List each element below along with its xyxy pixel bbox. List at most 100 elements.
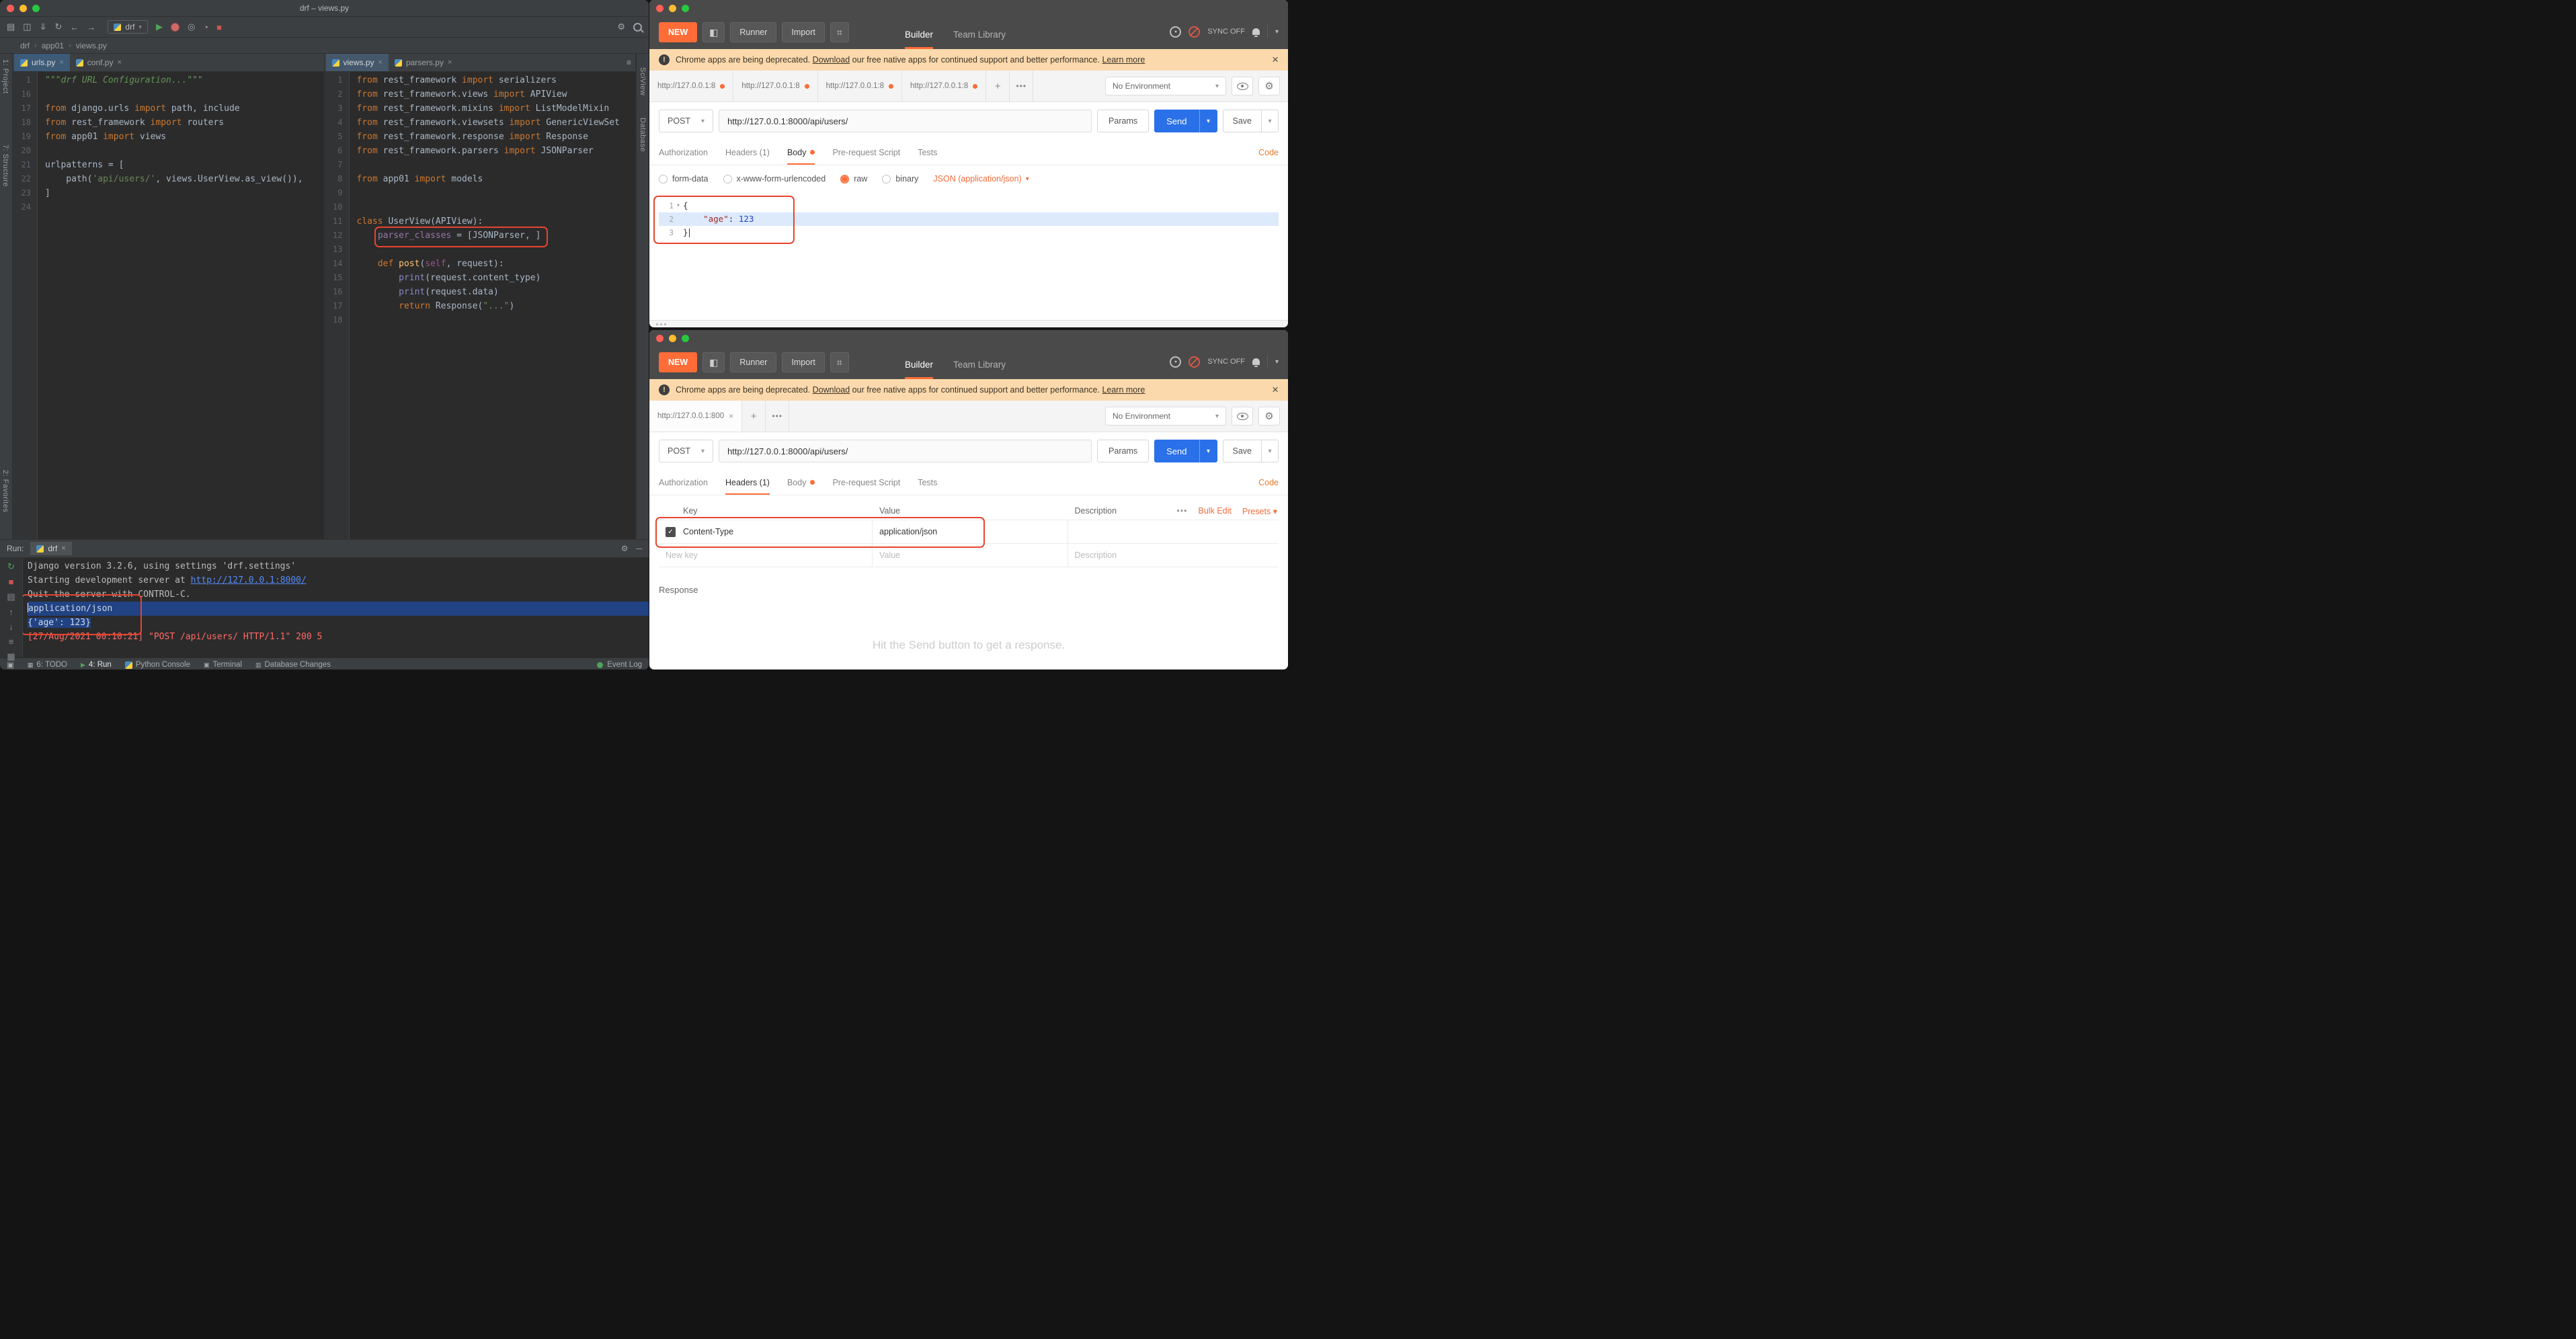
tab-tests[interactable]: Tests: [918, 470, 937, 495]
send-options-icon[interactable]: ▾: [1199, 440, 1217, 462]
sidebar-toggle-icon[interactable]: ◧: [702, 352, 725, 372]
profiler-button[interactable]: ◔: [203, 22, 208, 32]
body-mode-raw[interactable]: raw: [840, 174, 867, 184]
urls-py-editor[interactable]: 1"""drf URL Configuration..."""1617from …: [13, 72, 324, 539]
close-tab-icon[interactable]: ×: [117, 58, 121, 67]
tool-window-structure[interactable]: 7: Structure: [1, 145, 9, 187]
close-banner-icon[interactable]: ×: [1272, 53, 1279, 67]
close-tab-icon[interactable]: ×: [448, 58, 452, 67]
tab-parsers-py[interactable]: parsers.py ×: [389, 54, 458, 71]
params-button[interactable]: Params: [1097, 110, 1149, 132]
new-button[interactable]: NEW: [659, 352, 697, 372]
more-tabs-icon[interactable]: •••: [1010, 71, 1033, 102]
bulk-edit-link[interactable]: Bulk Edit: [1199, 506, 1232, 516]
save-all-icon[interactable]: ⇓: [40, 22, 47, 32]
settings-button[interactable]: ⚙: [1258, 77, 1280, 95]
minimize-button[interactable]: [669, 335, 676, 342]
sync-off-icon[interactable]: [1189, 356, 1200, 368]
save-button[interactable]: Save▾: [1223, 110, 1279, 132]
minimize-button[interactable]: [19, 5, 27, 12]
url-input[interactable]: http://127.0.0.1:8000/api/users/: [719, 110, 1092, 132]
scroll-up-icon[interactable]: ↑: [9, 607, 13, 617]
zoom-button[interactable]: [32, 5, 40, 12]
breadcrumb-drf[interactable]: drf: [20, 41, 30, 50]
breadcrumb-app01[interactable]: app01: [42, 41, 64, 50]
environment-selector[interactable]: No Environment▾: [1105, 77, 1226, 95]
runner-button[interactable]: Runner: [730, 22, 776, 42]
send-options-icon[interactable]: ▾: [1199, 110, 1217, 132]
close-button[interactable]: [7, 5, 14, 12]
zoom-button[interactable]: [682, 335, 689, 342]
server-url-link[interactable]: http://127.0.0.1:8000/: [191, 575, 307, 585]
editor-options-icon[interactable]: ≡: [627, 54, 635, 71]
back-icon[interactable]: ←: [70, 22, 79, 32]
tab-team-library[interactable]: Team Library: [953, 360, 1006, 379]
zoom-button[interactable]: [682, 5, 689, 12]
header-key[interactable]: Content-Type: [683, 527, 733, 536]
interceptor-icon[interactable]: [1170, 356, 1181, 368]
new-description-input[interactable]: Description: [1075, 551, 1117, 560]
tool-window-project[interactable]: 1: Project: [1, 59, 9, 93]
forward-icon[interactable]: →: [87, 22, 95, 32]
chevron-down-icon[interactable]: ▾: [1275, 358, 1279, 366]
toolwindow-switcher-icon[interactable]: ▣: [7, 660, 14, 670]
tab-pre-request-script[interactable]: Pre-request Script: [832, 470, 900, 495]
settings-button[interactable]: ⚙: [1258, 407, 1280, 425]
params-button[interactable]: Params: [1097, 440, 1149, 462]
more-options-icon[interactable]: •••: [1176, 506, 1187, 516]
statusbar-todo[interactable]: ▦6: TODO: [28, 661, 67, 669]
tab-headers-1-[interactable]: Headers (1): [725, 470, 770, 495]
tab-team-library[interactable]: Team Library: [953, 30, 1006, 49]
header-description[interactable]: [1068, 520, 1279, 543]
url-input[interactable]: http://127.0.0.1:8000/api/users/: [719, 440, 1092, 462]
close-button[interactable]: [656, 5, 663, 12]
import-button[interactable]: Import: [782, 22, 824, 42]
scroll-down-icon[interactable]: ↓: [9, 622, 13, 632]
close-tab-icon[interactable]: ×: [61, 544, 65, 553]
tool-window-database[interactable]: Database: [639, 118, 647, 152]
search-icon[interactable]: [633, 23, 642, 32]
tab-builder[interactable]: Builder: [905, 30, 933, 49]
minimize-button[interactable]: [669, 5, 676, 12]
tab-conf-py[interactable]: conf.py ×: [70, 54, 128, 71]
open-icon[interactable]: ◫: [23, 22, 31, 32]
learn-more-link[interactable]: Learn more: [1102, 55, 1145, 65]
body-mode-x-www-form-urlencoded[interactable]: x-www-form-urlencoded: [723, 174, 826, 184]
tool-window-favorites[interactable]: 2: Favorites: [1, 470, 9, 512]
request-tab[interactable]: http://127.0.0.1:8: [902, 71, 986, 102]
learn-more-link[interactable]: Learn more: [1102, 385, 1145, 395]
download-link[interactable]: Download: [813, 55, 850, 65]
statusbar-python-console[interactable]: Python Console: [125, 661, 190, 669]
sync-icon[interactable]: ↻: [55, 22, 63, 32]
tab-pre-request-script[interactable]: Pre-request Script: [832, 140, 900, 165]
close-banner-icon[interactable]: ×: [1272, 383, 1279, 397]
request-tab[interactable]: http://127.0.0.1:8: [818, 71, 902, 102]
notifications-bell-icon[interactable]: [1252, 28, 1260, 35]
coverage-button[interactable]: ◎: [188, 22, 195, 32]
raw-body-editor[interactable]: 1▾{2 "age": 1233}: [659, 199, 1279, 239]
code-link[interactable]: Code: [1258, 470, 1279, 495]
code-link[interactable]: Code: [1258, 140, 1279, 165]
tab-body[interactable]: Body: [787, 470, 815, 495]
tab-authorization[interactable]: Authorization: [659, 140, 708, 165]
request-tab[interactable]: http://127.0.0.1:8: [649, 71, 733, 102]
import-button[interactable]: Import: [782, 352, 824, 372]
statusbar-run[interactable]: ▶4: Run: [81, 661, 112, 669]
environment-preview-button[interactable]: [1232, 407, 1253, 425]
debug-button[interactable]: [171, 23, 179, 32]
save-options-icon[interactable]: ▾: [1261, 110, 1278, 132]
run-settings-gear-icon[interactable]: ⚙: [621, 544, 629, 553]
environment-preview-button[interactable]: [1232, 77, 1253, 95]
console-list-icon[interactable]: ▤: [7, 592, 15, 602]
stop-button[interactable]: ■: [216, 22, 222, 32]
tab-views-py[interactable]: views.py ×: [326, 54, 389, 71]
raw-type-selector[interactable]: JSON (application/json)▾: [933, 174, 1029, 184]
new-tab-button[interactable]: +: [986, 71, 1010, 102]
close-button[interactable]: [656, 335, 663, 342]
save-options-icon[interactable]: ▾: [1261, 440, 1278, 462]
tab-tests[interactable]: Tests: [918, 140, 937, 165]
capture-requests-icon[interactable]: ⌗: [830, 22, 849, 42]
save-button[interactable]: Save▾: [1223, 440, 1279, 462]
header-enabled-checkbox[interactable]: ✓: [666, 527, 676, 537]
new-value-input[interactable]: Value: [879, 551, 900, 560]
